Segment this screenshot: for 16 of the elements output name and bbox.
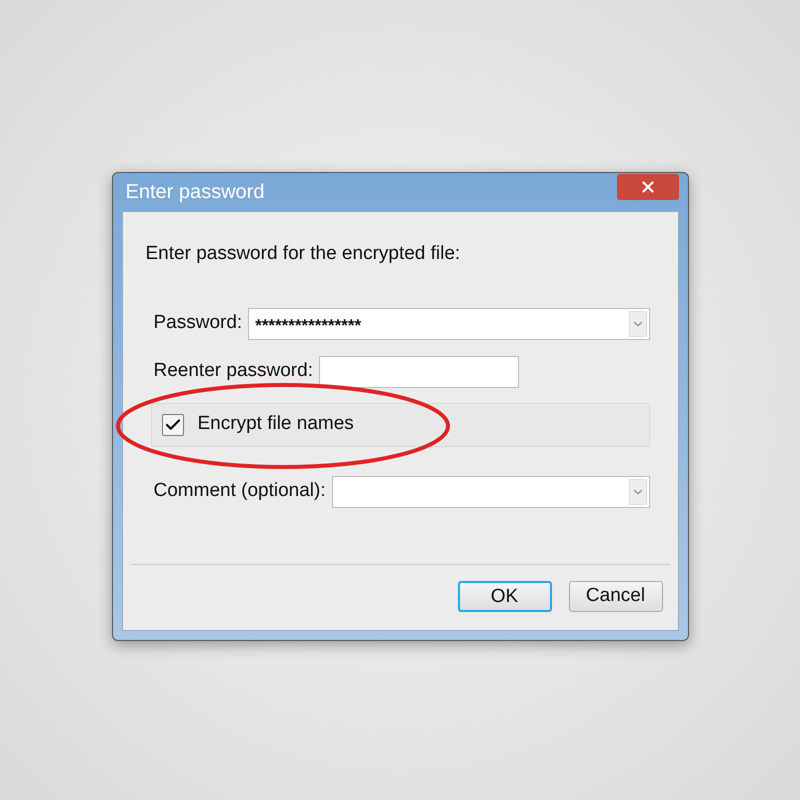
window-title: Enter password [126,180,264,205]
prompt-text: Enter password for the encrypted file: [146,243,460,264]
dropdown-icon[interactable] [628,478,646,504]
checkbox[interactable] [162,414,184,436]
field-label: Comment (optional): [154,479,327,504]
combo-box[interactable]: **************** [248,308,650,340]
field-label: Password: [154,311,244,336]
combo-box[interactable] [332,476,650,508]
dialog-button[interactable]: Cancel [568,581,662,612]
input-field[interactable] [318,356,519,388]
password-dots: **************** [255,315,362,334]
dialog-button[interactable]: OK [458,581,552,612]
field-label: Reenter password: [154,359,314,384]
close-button[interactable] [616,174,678,200]
dropdown-icon[interactable] [628,310,646,336]
checkbox-label: Encrypt file names [198,412,354,436]
